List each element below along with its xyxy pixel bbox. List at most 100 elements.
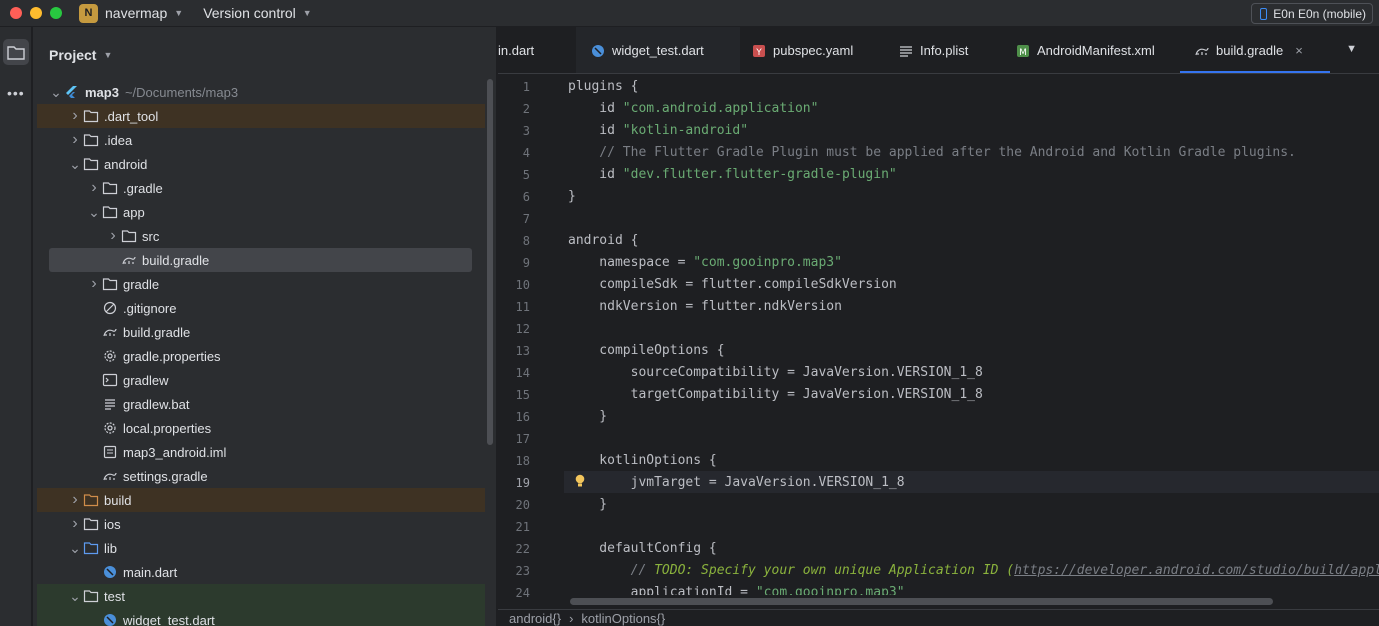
editor-tab[interactable]: M AndroidManifest.xml bbox=[1001, 27, 1176, 73]
chevron-down-icon[interactable]: ▼ bbox=[1346, 43, 1357, 55]
chevron-right-icon[interactable]: › bbox=[67, 515, 83, 533]
chevron-down-icon[interactable]: ⌄ bbox=[86, 205, 102, 219]
horizontal-scrollbar[interactable] bbox=[570, 598, 1273, 605]
chevron-right-icon[interactable]: › bbox=[86, 275, 102, 293]
tree-item[interactable]: gradle.properties bbox=[37, 344, 485, 368]
tree-item[interactable]: › .dart_tool bbox=[37, 104, 485, 128]
editor-tab[interactable]: Info.plist bbox=[884, 27, 984, 73]
chevron-down-icon[interactable]: ⌄ bbox=[67, 541, 83, 555]
line-number[interactable]: 4 bbox=[498, 142, 530, 164]
tree-item[interactable]: › src bbox=[37, 224, 485, 248]
more-tools-icon[interactable]: ••• bbox=[7, 85, 25, 101]
chevron-right-icon[interactable]: › bbox=[67, 107, 83, 125]
code-line[interactable]: id "com.android.application" bbox=[568, 98, 1379, 120]
code-line[interactable]: compileOptions { bbox=[568, 340, 1379, 362]
project-scrollbar[interactable] bbox=[487, 79, 493, 445]
tree-item[interactable]: ⌄ android bbox=[37, 152, 485, 176]
tree-item[interactable]: › ios bbox=[37, 512, 485, 536]
line-number[interactable]: 3 bbox=[498, 120, 530, 142]
code-editor[interactable]: plugins { id "com.android.application" i… bbox=[568, 75, 1379, 595]
tree-item[interactable]: › gradle bbox=[37, 272, 485, 296]
code-line[interactable]: compileSdk = flutter.compileSdkVersion bbox=[568, 274, 1379, 296]
project-panel-header[interactable]: Project ▼ bbox=[49, 47, 112, 63]
tree-item[interactable]: › build bbox=[37, 488, 485, 512]
project-switcher[interactable]: navermap ▼ bbox=[105, 5, 183, 21]
line-number[interactable]: 14 bbox=[498, 362, 530, 384]
tree-item[interactable]: gradlew bbox=[37, 368, 485, 392]
line-number[interactable]: 19 bbox=[498, 472, 530, 494]
code-line[interactable]: sourceCompatibility = JavaVersion.VERSIO… bbox=[568, 362, 1379, 384]
tree-item[interactable]: › .gradle bbox=[37, 176, 485, 200]
line-number[interactable]: 23 bbox=[498, 560, 530, 582]
code-line[interactable]: targetCompatibility = JavaVersion.VERSIO… bbox=[568, 384, 1379, 406]
code-line[interactable]: android { bbox=[568, 230, 1379, 252]
chevron-down-icon[interactable]: ⌄ bbox=[67, 157, 83, 171]
line-number[interactable]: 11 bbox=[498, 296, 530, 318]
tree-item[interactable]: local.properties bbox=[37, 416, 485, 440]
code-line[interactable]: } bbox=[568, 406, 1379, 428]
editor-tab[interactable]: Ypubspec.yaml bbox=[737, 27, 867, 73]
tree-item[interactable]: gradlew.bat bbox=[37, 392, 485, 416]
code-line[interactable] bbox=[568, 428, 1379, 450]
line-number[interactable]: 12 bbox=[498, 318, 530, 340]
code-line[interactable] bbox=[568, 208, 1379, 230]
chevron-down-icon[interactable]: ⌄ bbox=[48, 85, 64, 99]
code-line[interactable]: } bbox=[568, 186, 1379, 208]
tree-item[interactable]: .gitignore bbox=[37, 296, 485, 320]
code-line[interactable]: id "dev.flutter.flutter-gradle-plugin" bbox=[568, 164, 1379, 186]
zoom-window-button[interactable] bbox=[50, 7, 62, 19]
project-tool-button[interactable] bbox=[3, 39, 29, 65]
code-line[interactable]: id "kotlin-android" bbox=[568, 120, 1379, 142]
code-line[interactable]: ndkVersion = flutter.ndkVersion bbox=[568, 296, 1379, 318]
line-number[interactable]: 8 bbox=[498, 230, 530, 252]
line-number[interactable]: 24 bbox=[498, 582, 530, 604]
code-line[interactable]: // The Flutter Gradle Plugin must be app… bbox=[568, 142, 1379, 164]
tree-item[interactable]: ⌄ test bbox=[37, 584, 485, 608]
code-line[interactable] bbox=[568, 516, 1379, 538]
chevron-right-icon[interactable]: › bbox=[67, 491, 83, 509]
line-number[interactable]: 6 bbox=[498, 186, 530, 208]
tree-item[interactable]: build.gradle bbox=[37, 320, 485, 344]
editor-tab[interactable]: build.gradle × bbox=[1180, 27, 1330, 73]
close-icon[interactable]: × bbox=[1295, 43, 1303, 58]
line-number[interactable]: 21 bbox=[498, 516, 530, 538]
editor-tab[interactable]: in.dart bbox=[498, 27, 558, 73]
line-number[interactable]: 18 bbox=[498, 450, 530, 472]
code-line[interactable]: namespace = "com.gooinpro.map3" bbox=[568, 252, 1379, 274]
line-number[interactable]: 5 bbox=[498, 164, 530, 186]
breadcrumb-item[interactable]: android{} bbox=[509, 611, 561, 626]
line-number[interactable]: 16 bbox=[498, 406, 530, 428]
code-line[interactable]: } bbox=[568, 494, 1379, 516]
code-line[interactable] bbox=[568, 318, 1379, 340]
chevron-right-icon[interactable]: › bbox=[86, 179, 102, 197]
tree-item[interactable]: ⌄ map3 ~/Documents/map3 bbox=[37, 80, 485, 104]
minimize-window-button[interactable] bbox=[30, 7, 42, 19]
code-line[interactable]: jvmTarget = JavaVersion.VERSION_1_8 bbox=[568, 472, 1379, 494]
version-control-menu[interactable]: Version control ▼ bbox=[203, 5, 312, 21]
line-number[interactable]: 20 bbox=[498, 494, 530, 516]
line-number[interactable]: 7 bbox=[498, 208, 530, 230]
tree-item[interactable]: main.dart bbox=[37, 560, 485, 584]
line-number[interactable]: 17 bbox=[498, 428, 530, 450]
chevron-right-icon[interactable]: › bbox=[105, 227, 121, 245]
tree-item[interactable]: build.gradle bbox=[49, 248, 472, 272]
tree-item[interactable]: ⌄ lib bbox=[37, 536, 485, 560]
tree-item[interactable]: settings.gradle bbox=[37, 464, 485, 488]
line-number[interactable]: 15 bbox=[498, 384, 530, 406]
code-line[interactable]: // TODO: Specify your own unique Applica… bbox=[568, 560, 1379, 582]
line-number[interactable]: 22 bbox=[498, 538, 530, 560]
code-line[interactable]: defaultConfig { bbox=[568, 538, 1379, 560]
tree-item[interactable]: › .idea bbox=[37, 128, 485, 152]
line-number[interactable]: 13 bbox=[498, 340, 530, 362]
line-number[interactable]: 2 bbox=[498, 98, 530, 120]
breadcrumb-item[interactable]: kotlinOptions{} bbox=[581, 611, 665, 626]
line-number[interactable]: 10 bbox=[498, 274, 530, 296]
chevron-down-icon[interactable]: ⌄ bbox=[67, 589, 83, 603]
tree-item[interactable]: widget_test.dart bbox=[37, 608, 485, 626]
code-line[interactable]: kotlinOptions { bbox=[568, 450, 1379, 472]
close-window-button[interactable] bbox=[10, 7, 22, 19]
chevron-right-icon[interactable]: › bbox=[67, 131, 83, 149]
tree-item[interactable]: map3_android.iml bbox=[37, 440, 485, 464]
line-number[interactable]: 9 bbox=[498, 252, 530, 274]
device-selector[interactable]: E0n E0n (mobile) bbox=[1251, 3, 1373, 24]
